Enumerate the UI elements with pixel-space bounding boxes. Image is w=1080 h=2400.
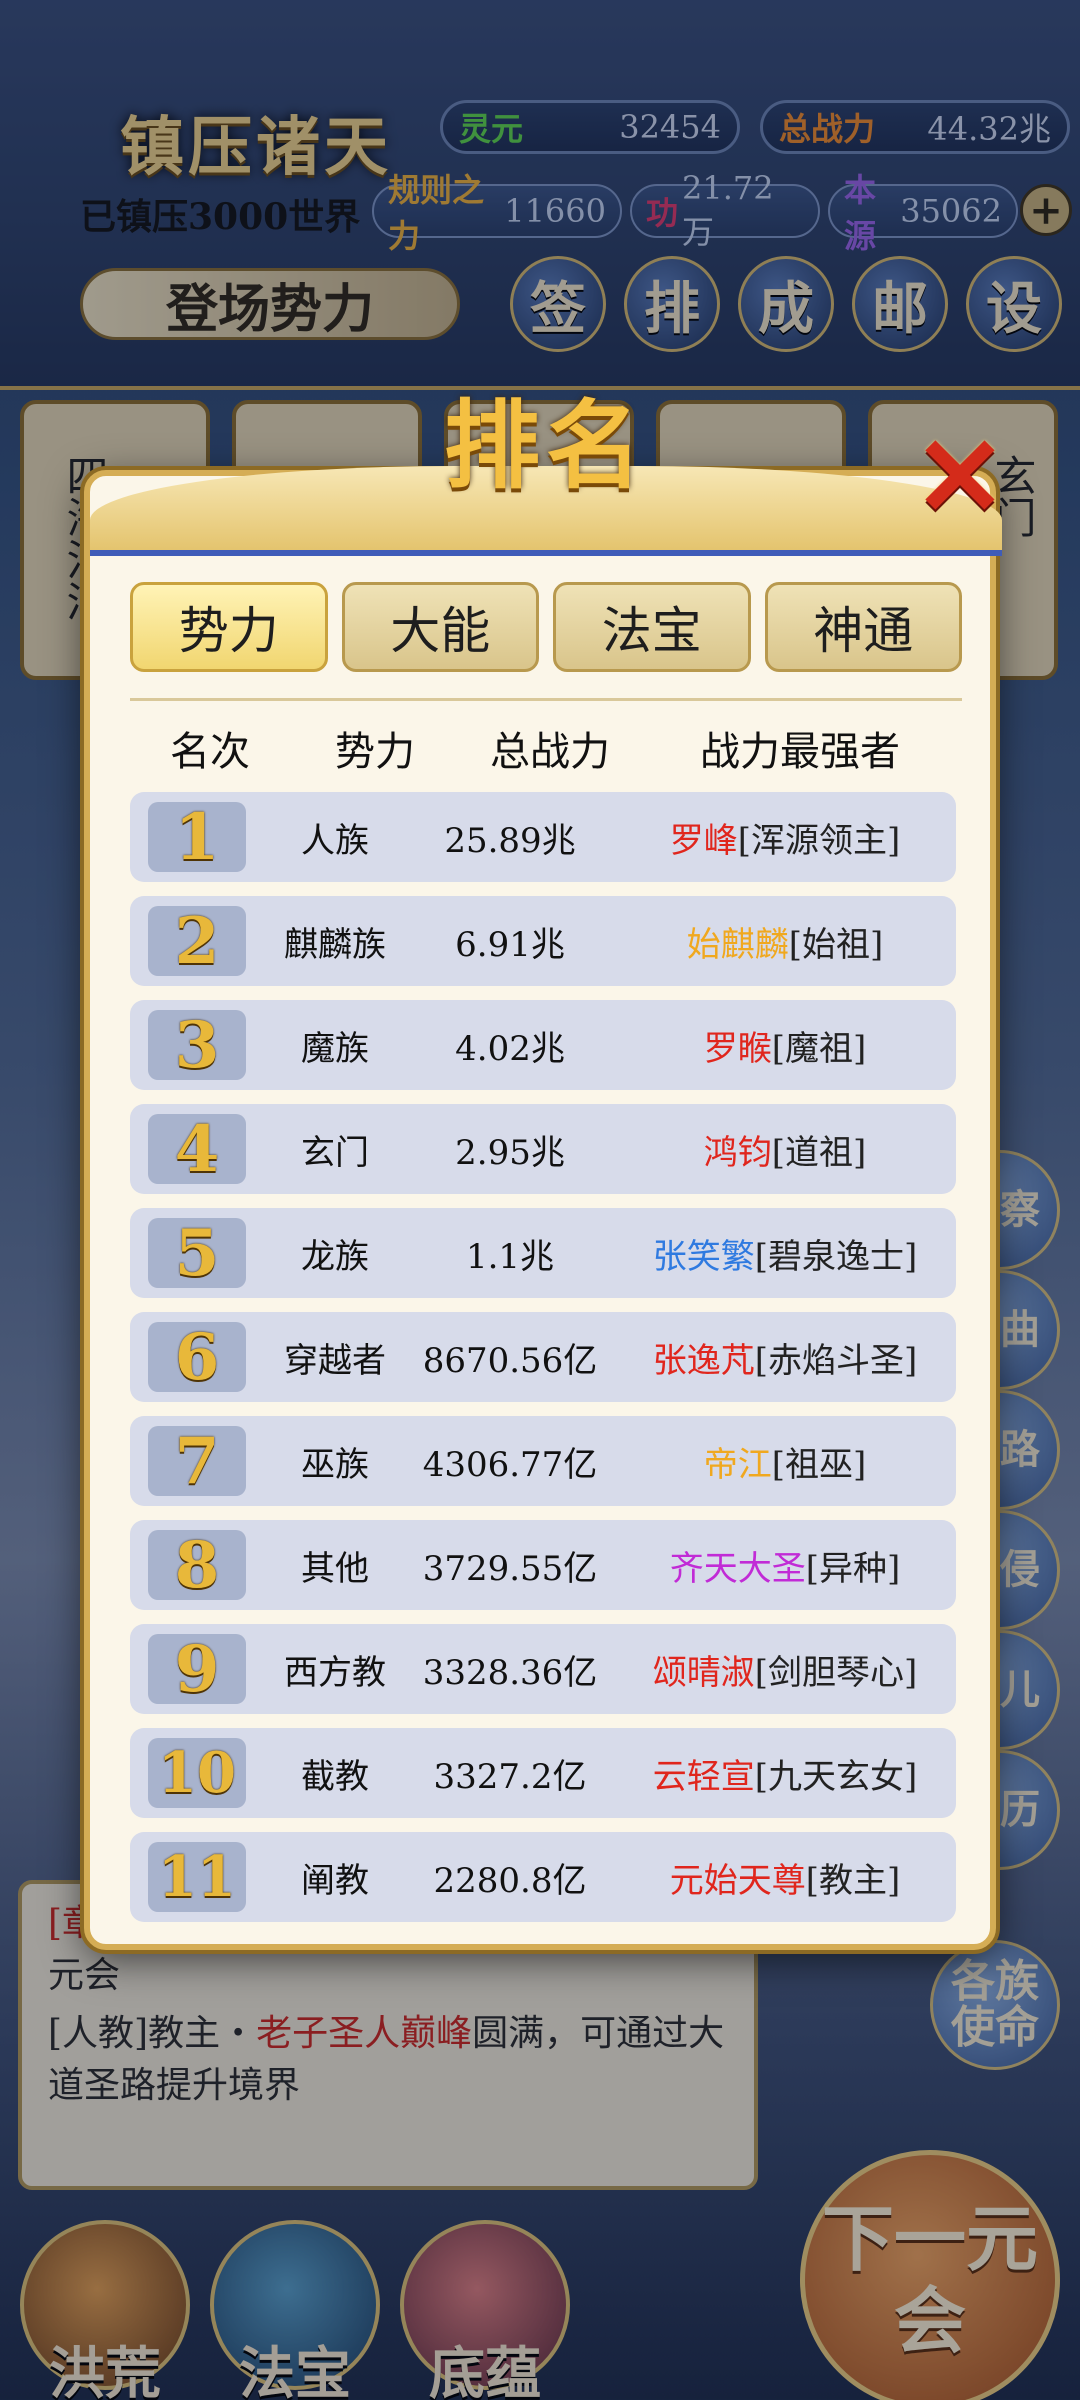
- table-row[interactable]: 9 西方教 3328.36亿 颂晴淑 [剑胆琴心]: [130, 1624, 956, 1714]
- top-fighter-title: [浑源领主]: [737, 820, 901, 861]
- total-power: 4306.77亿: [422, 1444, 598, 1485]
- top-fighter-title: [魔祖]: [771, 1028, 867, 1069]
- ranking-modal: 排名 ✕ 势力 大能 法宝 神通 名次 势力 总战力 战力最强者 1 人族 25.8…: [84, 389, 1006, 1950]
- rank-number: 9: [148, 1632, 246, 1707]
- table-row[interactable]: 8 其他 3729.55亿 齐天大圣 [异种]: [130, 1520, 956, 1610]
- top-fighter-name[interactable]: 帝江: [704, 1437, 772, 1486]
- rank-number: 4: [148, 1112, 246, 1187]
- top-fighter-title: [碧泉逸士]: [754, 1236, 918, 1277]
- total-power: 6.91兆: [455, 924, 565, 965]
- top-fighter-name[interactable]: 始麒麟: [687, 917, 789, 966]
- top-fighter: 鸿钧 [道祖]: [600, 1104, 970, 1194]
- top-fighter-title: [祖巫]: [771, 1444, 867, 1485]
- column-header-faction: 势力: [335, 729, 415, 775]
- faction-name: 穿越者: [284, 1340, 386, 1381]
- rank-number: 2: [148, 904, 246, 979]
- total-power: 4.02兆: [455, 1028, 565, 1069]
- table-row[interactable]: 4 玄门 2.95兆 鸿钧 [道祖]: [130, 1104, 956, 1194]
- faction-name: 阐教: [301, 1860, 369, 1901]
- faction-name: 魔族: [301, 1028, 369, 1069]
- top-fighter: 云轻宣 [九天玄女]: [600, 1728, 970, 1818]
- top-fighter: 元始天尊 [教主]: [600, 1832, 970, 1922]
- total-power: 25.89兆: [444, 820, 576, 861]
- total-power: 2.95兆: [455, 1132, 565, 1173]
- total-power: 3327.2亿: [433, 1756, 587, 1797]
- rank-number: 5: [148, 1216, 246, 1291]
- faction-name: 人族: [301, 820, 369, 861]
- column-header-power: 总战力: [490, 729, 610, 775]
- faction-name: 麒麟族: [284, 924, 386, 965]
- top-fighter: 张笑繁 [碧泉逸士]: [600, 1208, 970, 1298]
- top-fighter: 齐天大圣 [异种]: [600, 1520, 970, 1610]
- top-fighter: 罗峰 [浑源领主]: [600, 792, 970, 882]
- top-fighter-title: [剑胆琴心]: [754, 1652, 918, 1693]
- table-row[interactable]: 1 人族 25.89兆 罗峰 [浑源领主]: [130, 792, 956, 882]
- top-fighter: 始麒麟 [始祖]: [600, 896, 970, 986]
- table-row[interactable]: 3 魔族 4.02兆 罗睺 [魔祖]: [130, 1000, 956, 1090]
- tab-shili[interactable]: 势力: [130, 582, 328, 672]
- table-row[interactable]: 10 截教 3327.2亿 云轻宣 [九天玄女]: [130, 1728, 956, 1818]
- table-row[interactable]: 6 穿越者 8670.56亿 张逸芃 [赤焰斗圣]: [130, 1312, 956, 1402]
- top-fighter-title: [始祖]: [788, 924, 884, 965]
- rank-number: 3: [148, 1008, 246, 1083]
- total-power: 8670.56亿: [422, 1340, 598, 1381]
- top-fighter-name[interactable]: 罗睺: [704, 1021, 772, 1070]
- top-fighter-name[interactable]: 鸿钧: [704, 1125, 772, 1174]
- top-fighter-title: [赤焰斗圣]: [754, 1340, 918, 1381]
- top-fighter-name[interactable]: 云轻宣: [653, 1749, 755, 1798]
- total-power: 2280.8亿: [433, 1860, 587, 1901]
- faction-name: 其他: [301, 1548, 369, 1589]
- tab-daneng[interactable]: 大能: [341, 582, 539, 672]
- modal-title: 排名: [444, 389, 648, 502]
- table-row[interactable]: 2 麒麟族 6.91兆 始麒麟 [始祖]: [130, 896, 956, 986]
- column-header-top-fighter: 战力最强者: [700, 729, 900, 775]
- close-icon[interactable]: ✕: [910, 412, 1010, 541]
- table-row[interactable]: 7 巫族 4306.77亿 帝江 [祖巫]: [130, 1416, 956, 1506]
- top-fighter: 罗睺 [魔祖]: [600, 1000, 970, 1090]
- faction-name: 截教: [301, 1756, 369, 1797]
- top-fighter-name[interactable]: 张逸芃: [653, 1333, 755, 1382]
- faction-name: 西方教: [284, 1652, 386, 1693]
- top-fighter-title: [九天玄女]: [754, 1756, 918, 1797]
- top-fighter: 张逸芃 [赤焰斗圣]: [600, 1312, 970, 1402]
- rank-number: 7: [148, 1424, 246, 1499]
- rank-number: 6: [148, 1320, 246, 1395]
- ranking-tabs: 势力 大能 法宝 神通: [130, 582, 962, 672]
- top-fighter: 帝江 [祖巫]: [600, 1416, 970, 1506]
- rank-number: 11: [148, 1842, 246, 1912]
- top-fighter-title: [异种]: [805, 1548, 901, 1589]
- top-fighter-name[interactable]: 元始天尊: [670, 1853, 806, 1902]
- top-fighter-name[interactable]: 颂晴淑: [653, 1645, 755, 1694]
- top-fighter-title: [教主]: [805, 1860, 901, 1901]
- top-fighter-title: [道祖]: [771, 1132, 867, 1173]
- rank-number: 1: [148, 800, 246, 875]
- top-fighter: 颂晴淑 [剑胆琴心]: [600, 1624, 970, 1714]
- top-fighter-name[interactable]: 齐天大圣: [670, 1541, 806, 1590]
- tab-fabao[interactable]: 法宝: [553, 582, 751, 672]
- rank-number: 10: [148, 1738, 246, 1808]
- table-row[interactable]: 11 阐教 2280.8亿 元始天尊 [教主]: [130, 1832, 956, 1922]
- faction-name: 巫族: [301, 1444, 369, 1485]
- total-power: 3328.36亿: [422, 1652, 598, 1693]
- total-power: 3729.55亿: [422, 1548, 598, 1589]
- tabs-divider: [130, 698, 962, 701]
- faction-name: 龙族: [301, 1236, 369, 1277]
- table-row[interactable]: 5 龙族 1.1兆 张笑繁 [碧泉逸士]: [130, 1208, 956, 1298]
- column-header-rank: 名次: [170, 729, 250, 775]
- rank-number: 8: [148, 1528, 246, 1603]
- tab-shentong[interactable]: 神通: [764, 582, 962, 672]
- top-fighter-name[interactable]: 张笑繁: [653, 1229, 755, 1278]
- top-fighter-name[interactable]: 罗峰: [670, 813, 738, 862]
- total-power: 1.1兆: [465, 1236, 555, 1277]
- faction-name: 玄门: [301, 1132, 369, 1173]
